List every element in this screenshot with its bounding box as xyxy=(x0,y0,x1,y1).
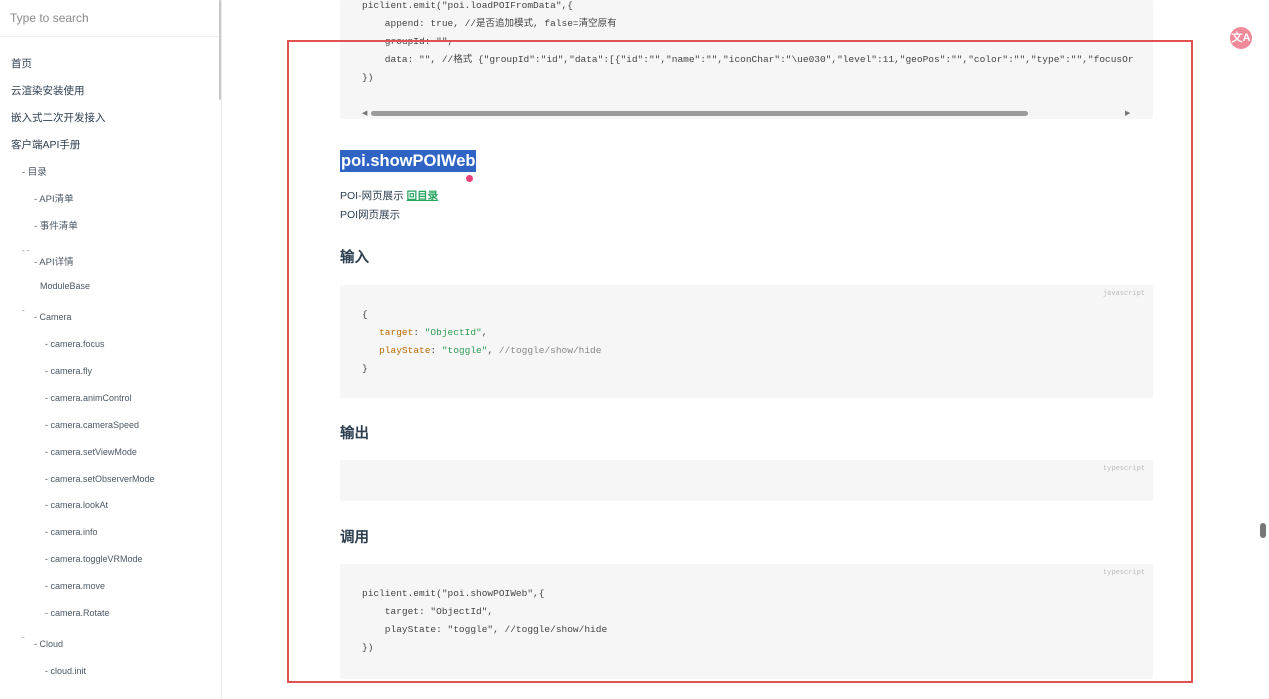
code-line: data: "", //格式 {"groupId":"id","data":[{… xyxy=(362,54,1134,65)
sidebar-item-embedded-dev[interactable]: 嵌入式二次开发接入 xyxy=(11,110,106,125)
code-key: target xyxy=(379,327,414,338)
sidebar-item-api-details[interactable]: - API详情 xyxy=(34,254,74,268)
code-line: { xyxy=(362,309,368,320)
scroll-left-icon[interactable]: ◀ xyxy=(362,109,367,117)
scrollbar-thumb[interactable] xyxy=(371,111,1028,116)
translate-icon[interactable]: 文A xyxy=(1230,27,1252,49)
search-box xyxy=(0,0,219,37)
code-line: append: true, //是否追加模式, false=清空原有 xyxy=(362,18,617,29)
code-line: piclient.emit("poi.showPOIWeb",{ xyxy=(362,588,545,599)
sidebar: 首页 云渲染安装使用 嵌入式二次开发接入 客户端API手册 - 目录 - API… xyxy=(0,0,222,699)
sidebar-item-camera-togglevrmode[interactable]: - camera.toggleVRMode xyxy=(45,554,143,564)
sidebar-item-cloud-init[interactable]: - cloud.init xyxy=(45,666,86,676)
api-description: POI-网页展示 回目录 xyxy=(340,188,438,203)
horizontal-scrollbar[interactable]: ◀ ▶ xyxy=(360,108,1132,119)
code-block-input: javascript { target: "ObjectId", playSta… xyxy=(340,285,1153,398)
api-title: poi.showPOIWeb xyxy=(340,150,477,172)
sidebar-item-cloud-render-install[interactable]: 云渲染安装使用 xyxy=(11,83,85,98)
code-content: piclient.emit("poi.showPOIWeb",{ target:… xyxy=(362,585,607,657)
sidebar-item-home[interactable]: 首页 xyxy=(11,56,32,71)
section-heading-input: 输入 xyxy=(340,250,369,266)
code-content: piclient.emit("poi.loadPOIFromData",{ ap… xyxy=(362,0,1134,87)
code-string: "toggle" xyxy=(441,345,488,356)
sidebar-item-event-list[interactable]: - 事件清单 xyxy=(34,218,78,232)
code-key: playState xyxy=(379,345,431,356)
code-string: "ObjectId" xyxy=(424,327,482,338)
code-block-call: typescript piclient.emit("poi.showPOIWeb… xyxy=(340,564,1153,679)
sidebar-item-toc[interactable]: - 目录 xyxy=(22,164,47,178)
sidebar-item-cloud[interactable]: - Cloud xyxy=(34,639,63,649)
code-block-load-poi: piclient.emit("poi.loadPOIFromData",{ ap… xyxy=(340,0,1153,119)
code-language-label: typescript xyxy=(1102,569,1145,577)
code-line: }) xyxy=(362,72,374,83)
sidebar-item-camera-setobservermode[interactable]: - camera.setObserverMode xyxy=(45,474,155,484)
search-input[interactable] xyxy=(0,0,200,36)
section-heading-output: 输出 xyxy=(340,426,369,442)
page-scrollbar-thumb[interactable] xyxy=(1260,523,1266,538)
api-desc-text: POI-网页展示 xyxy=(340,190,404,202)
code-line: }) xyxy=(362,642,374,653)
code-language-label: typescript xyxy=(1102,465,1145,473)
sidebar-item-camera-info[interactable]: - camera.info xyxy=(45,527,98,537)
cursor-dot xyxy=(466,175,473,182)
code-line: playState: "toggle", //toggle/show/hide xyxy=(362,624,608,635)
sidebar-item-camera-cameraspeed[interactable]: - camera.cameraSpeed xyxy=(45,420,139,430)
code-line: target: "ObjectId", xyxy=(379,327,488,338)
collapse-marker: ˉ xyxy=(22,636,25,645)
sidebar-item-camera-animcontrol[interactable]: - camera.animControl xyxy=(45,393,132,403)
collapse-marker: ˉ ˉ xyxy=(22,249,30,258)
sidebar-item-client-api-manual[interactable]: 客户端API手册 xyxy=(11,137,80,152)
sidebar-scrollbar[interactable] xyxy=(219,0,221,100)
scroll-right-icon[interactable]: ▶ xyxy=(1125,109,1130,117)
sidebar-item-api-list[interactable]: - API清单 xyxy=(34,191,74,205)
code-line: piclient.emit("poi.loadPOIFromData",{ xyxy=(362,0,573,11)
back-to-toc-link[interactable]: 回目录 xyxy=(407,190,439,202)
code-comment: //toggle/show/hide xyxy=(498,345,602,356)
sidebar-item-camera-focus[interactable]: - camera.focus xyxy=(45,339,105,349)
code-line: } xyxy=(362,363,368,374)
api-description-2: POI网页展示 xyxy=(340,209,401,221)
section-heading-call: 调用 xyxy=(340,530,369,546)
sidebar-item-camera[interactable]: - Camera xyxy=(34,312,72,322)
code-line: playState: "toggle", //toggle/show/hide xyxy=(379,345,602,356)
code-line: groupId: "", xyxy=(362,36,454,47)
code-content: { target: "ObjectId", playState: "toggle… xyxy=(362,306,601,378)
code-language-label: javascript xyxy=(1102,290,1145,298)
sidebar-item-camera-rotate[interactable]: - camera.Rotate xyxy=(45,608,110,618)
sidebar-item-modulebase[interactable]: ModuleBase xyxy=(40,281,90,291)
sidebar-item-camera-lookat[interactable]: - camera.lookAt xyxy=(45,500,108,510)
sidebar-item-camera-move[interactable]: - camera.move xyxy=(45,581,105,591)
code-line: target: "ObjectId", xyxy=(362,606,494,617)
sidebar-item-camera-fly[interactable]: - camera.fly xyxy=(45,366,92,376)
collapse-marker: ˉ xyxy=(22,309,25,318)
code-block-output: typescript xyxy=(340,460,1153,501)
sidebar-item-camera-setviewmode[interactable]: - camera.setViewMode xyxy=(45,447,137,457)
